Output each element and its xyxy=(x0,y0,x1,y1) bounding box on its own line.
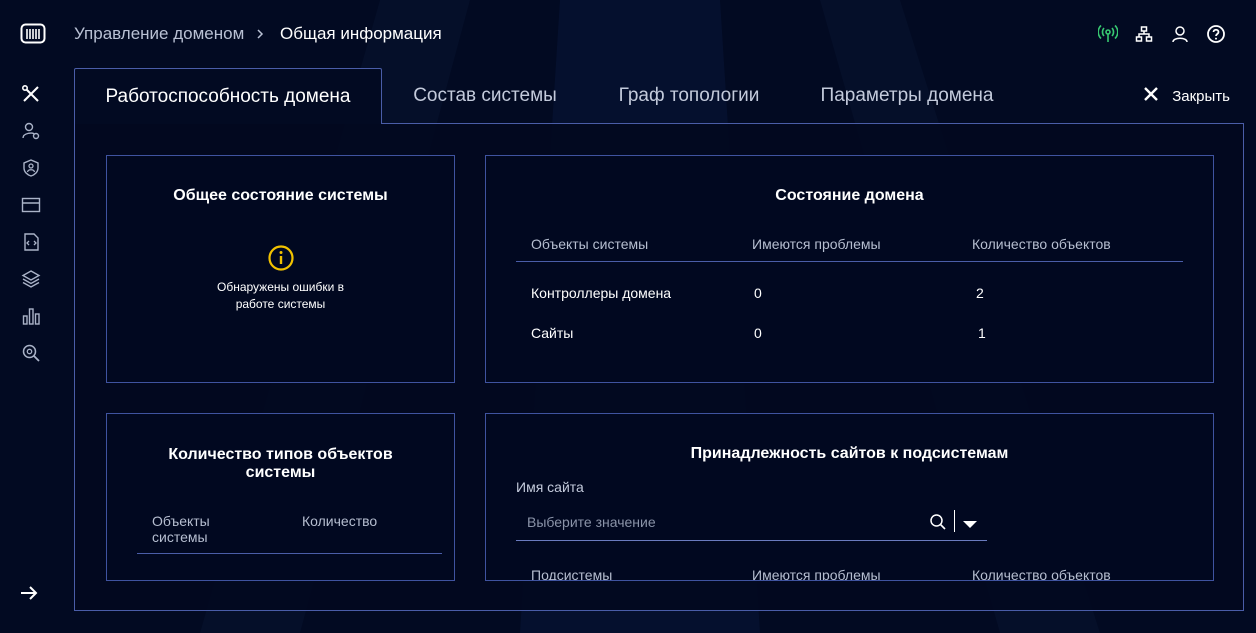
object-types-title-line-1: Количество типов объектов xyxy=(168,446,393,463)
card-icon[interactable] xyxy=(20,194,42,216)
layers-icon[interactable] xyxy=(20,268,42,290)
chevron-right-icon xyxy=(253,27,267,41)
tab-bar: Работоспособность домена Состав системы … xyxy=(74,68,1244,124)
warning-icon xyxy=(267,244,295,272)
column-header-objects[interactable]: Объекты системы xyxy=(152,513,210,545)
tab-domain-health[interactable]: Работоспособность домена xyxy=(74,68,382,124)
tab-topology-graph[interactable]: Граф топологии xyxy=(605,68,773,124)
object-types-title-line-2: системы xyxy=(245,464,316,481)
chevron-down-icon[interactable] xyxy=(962,516,978,528)
site-name-placeholder: Выберите значение xyxy=(527,514,656,530)
top-bar: Управление доменом Общая информация xyxy=(0,0,1256,68)
row-sites-label: Сайты xyxy=(531,325,574,341)
column-header-objects[interactable]: Объекты системы xyxy=(531,236,648,252)
overall-state-card: Общее состояние системы Обнаружены ошибк… xyxy=(106,155,455,383)
column-header-count[interactable]: Количество объектов xyxy=(972,567,1111,580)
close-icon xyxy=(1142,85,1160,107)
row-sites-problems: 0 xyxy=(754,325,762,341)
table-header-divider xyxy=(516,261,1183,262)
search-zoom-icon[interactable] xyxy=(20,342,42,364)
overall-state-title: Общее состояние системы xyxy=(173,187,388,204)
tab-system-composition[interactable]: Состав системы xyxy=(399,68,571,124)
column-header-count[interactable]: Количество объектов xyxy=(972,236,1111,252)
code-file-icon[interactable] xyxy=(20,231,42,253)
row-sites-count: 1 xyxy=(978,325,986,341)
overall-status-text: Обнаружены ошибки в работе системы xyxy=(107,279,454,313)
network-icon[interactable] xyxy=(1134,24,1154,44)
object-types-card: Количество типов объектов системы Объект… xyxy=(106,413,455,581)
row-domain-controllers-count: 2 xyxy=(976,285,984,301)
domain-state-title: Состояние домена xyxy=(775,187,924,204)
overall-status-line-1: Обнаружены ошибки в xyxy=(216,280,344,294)
search-icon[interactable] xyxy=(929,513,947,531)
object-types-title: Количество типов объектов системы xyxy=(107,446,454,482)
sidebar xyxy=(0,68,62,633)
users-settings-icon[interactable] xyxy=(20,120,42,142)
row-domain-controllers-label: Контроллеры домена xyxy=(531,285,672,301)
sites-subsystems-title: Принадлежность сайтов к подсистемам xyxy=(690,445,1009,462)
app-logo-icon[interactable] xyxy=(20,22,46,46)
column-header-objects-line-2: системы xyxy=(152,529,208,545)
row-domain-controllers-problems: 0 xyxy=(754,285,762,301)
site-name-select[interactable]: Выберите значение xyxy=(516,504,987,541)
select-divider xyxy=(954,510,955,532)
tools-icon[interactable] xyxy=(20,83,42,105)
breadcrumb-general-info: Общая информация xyxy=(280,24,442,43)
bar-chart-icon[interactable] xyxy=(20,305,42,327)
content-panel: Общее состояние системы Обнаружены ошибк… xyxy=(74,123,1244,611)
column-header-problems[interactable]: Имеются проблемы xyxy=(752,567,881,580)
tab-domain-parameters[interactable]: Параметры домена xyxy=(808,68,1006,124)
sites-subsystems-card: Принадлежность сайтов к подсистемам Имя … xyxy=(485,413,1214,581)
id-badge-icon[interactable] xyxy=(20,157,42,179)
column-header-subsystems[interactable]: Подсистемы xyxy=(531,567,612,580)
user-icon[interactable] xyxy=(1170,24,1190,44)
close-button[interactable]: Закрыть xyxy=(1142,84,1230,108)
domain-state-card: Состояние домена Объекты системы Имеются… xyxy=(485,155,1214,383)
breadcrumb-domain-management[interactable]: Управление доменом xyxy=(74,24,244,44)
column-header-objects-line-1: Объекты xyxy=(152,513,210,529)
table-header-divider xyxy=(137,553,442,554)
site-name-label: Имя сайта xyxy=(516,479,584,495)
column-header-problems[interactable]: Имеются проблемы xyxy=(752,236,881,252)
broadcast-icon[interactable] xyxy=(1098,24,1118,44)
close-label: Закрыть xyxy=(1172,87,1230,105)
help-icon[interactable] xyxy=(1206,24,1226,44)
arrow-right-icon[interactable] xyxy=(18,582,40,604)
overall-status-line-2: работе системы xyxy=(235,297,326,311)
column-header-count[interactable]: Количество xyxy=(302,513,377,529)
